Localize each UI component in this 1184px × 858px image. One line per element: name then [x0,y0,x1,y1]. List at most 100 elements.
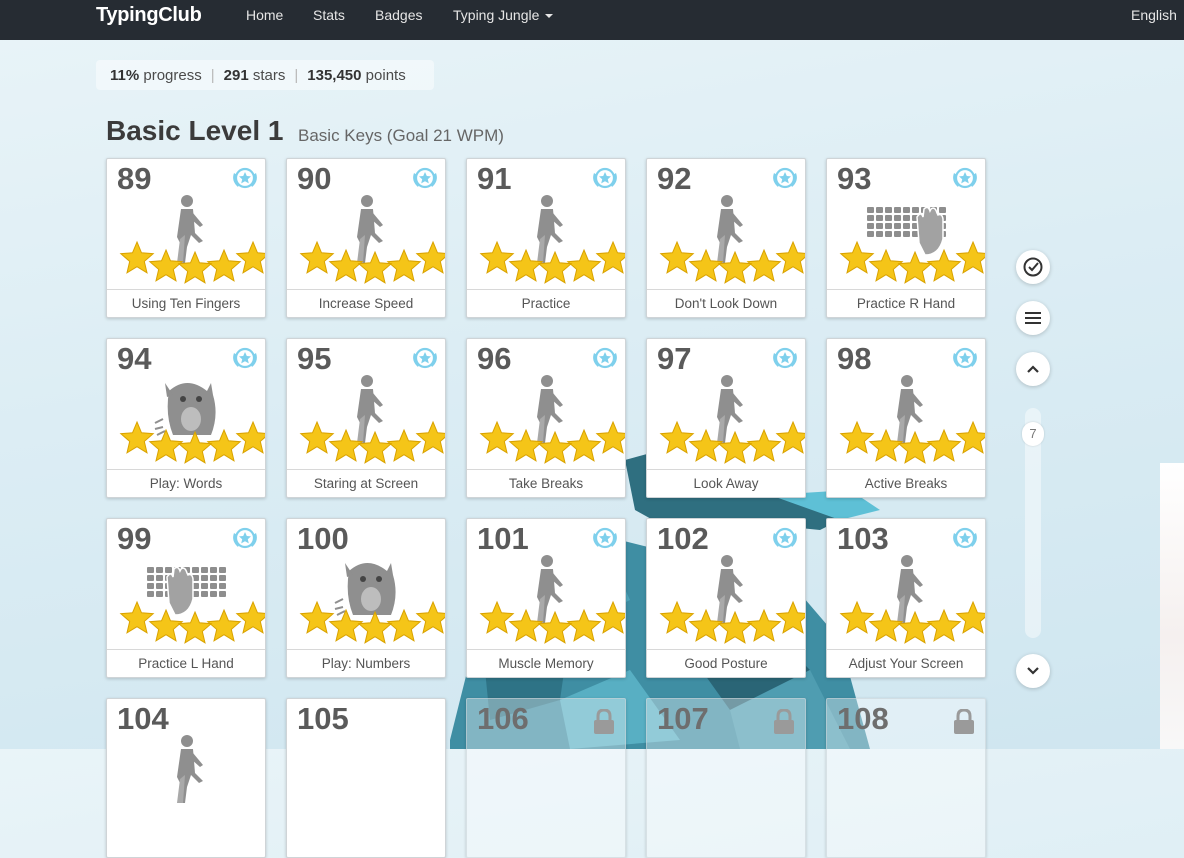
page-indicator[interactable]: 7 [1022,422,1044,446]
star-icon [357,610,393,644]
star-icon [659,420,695,454]
lesson-label: Practice [467,289,625,317]
lesson-number: 96 [477,341,512,376]
lesson-card[interactable]: 91 Practice [466,158,626,318]
lesson-card[interactable]: 97 Look Away [646,338,806,498]
lock-icon [774,709,794,734]
lesson-card[interactable]: 102 Good Posture [646,518,806,678]
lesson-card[interactable]: 93 Practice R Hand [826,158,986,318]
star-icon [746,608,782,642]
walking-person-icon [897,375,923,443]
star-icon [177,430,213,464]
side-advertisement[interactable] [1160,463,1184,749]
points-count: 135,450 [307,66,362,84]
nav-stats[interactable]: Stats [313,7,345,23]
star-icon [508,248,544,282]
star-icon [299,240,335,274]
walking-person-icon [897,555,923,623]
walking-person-icon [177,195,203,263]
lesson-card[interactable]: 92 Don't Look Down [646,158,806,318]
stars-label: stars [252,66,286,84]
star-icon [119,420,155,454]
menu-icon [1025,312,1041,324]
progress-percent-label: progress [143,66,202,84]
star-icon [839,240,875,274]
star-icon [688,248,724,282]
lesson-card[interactable]: 105 [286,698,446,858]
nav-typing-jungle[interactable]: Typing Jungle [453,7,554,23]
award-badge-icon [953,527,977,549]
lesson-card[interactable]: 98 Active Breaks [826,338,986,498]
award-badge-icon [953,347,977,369]
scroll-down-button[interactable] [1016,654,1050,688]
stars-count: 291 [223,66,249,84]
scroll-up-button[interactable] [1016,352,1050,386]
walking-person-icon [357,195,383,263]
lesson-card[interactable]: 101 Muscle Memory [466,518,626,678]
star-icon [775,600,805,634]
star-icon [566,608,602,642]
star-icon [206,428,242,462]
lesson-card[interactable]: 100 Play: Numbers [286,518,446,678]
star-icon [415,240,445,274]
walking-person-icon [537,375,563,443]
star-icon [955,600,985,634]
lesson-card[interactable]: 103 Adjust Your Screen [826,518,986,678]
lesson-card[interactable]: 95 Staring at Screen [286,338,446,498]
lesson-label: Practice L Hand [107,649,265,677]
check-circle-icon [1023,257,1043,277]
star-icon [688,608,724,642]
check-circle-button[interactable] [1016,250,1050,284]
lesson-number: 103 [837,521,889,556]
star-icon [328,248,364,282]
level-subtitle: Basic Keys (Goal 21 WPM) [298,126,504,145]
star-icon [119,240,155,274]
lesson-label: Using Ten Fingers [107,289,265,317]
lesson-label: Don't Look Down [647,289,805,317]
lesson-number: 99 [117,521,152,556]
nav-home[interactable]: Home [246,7,283,23]
progress-percent: 11% [110,66,140,84]
star-icon [868,248,904,282]
menu-button[interactable] [1016,301,1050,335]
lesson-label: Play: Words [107,469,265,497]
award-badge-icon [593,527,617,549]
star-icon [595,420,625,454]
lesson-card[interactable]: 108 [826,698,986,858]
lesson-card[interactable]: 96 Take Breaks [466,338,626,498]
nav-badges[interactable]: Badges [375,7,422,23]
lesson-card[interactable]: 90 Increase Speed [286,158,446,318]
monster-game-icon [334,563,396,616]
lesson-card[interactable]: 107 [646,698,806,858]
lesson-number: 100 [297,521,349,556]
lesson-label: Practice R Hand [827,289,985,317]
lesson-card[interactable]: 89 Using Ten Fingers [106,158,266,318]
star-icon [479,600,515,634]
star-icon [955,420,985,454]
walking-person-icon [717,375,743,443]
award-badge-icon [773,347,797,369]
lesson-label: Adjust Your Screen [827,649,985,677]
lesson-label: Staring at Screen [287,469,445,497]
award-badge-icon [953,167,977,189]
award-badge-icon [593,347,617,369]
lesson-label: Take Breaks [467,469,625,497]
lock-icon [594,709,614,734]
level-title: Basic Level 1 [106,115,284,146]
lesson-card[interactable]: 104 [106,698,266,858]
walking-person-icon [717,195,743,263]
lesson-number: 92 [657,161,692,196]
brand-logo[interactable]: TypingClub [96,4,202,27]
lesson-card[interactable]: 94 Play: Words [106,338,266,498]
top-navbar: TypingClub Home Stats Badges Typing Jung… [0,0,1184,40]
star-icon [775,240,805,274]
lesson-number: 108 [837,701,889,736]
star-icon [839,600,875,634]
nav-language[interactable]: English [1131,7,1177,23]
lesson-number: 97 [657,341,692,376]
keyboard-hand-icon [867,206,946,256]
star-icon [299,600,335,634]
walking-person-icon [537,555,563,623]
lesson-card[interactable]: 106 [466,698,626,858]
lesson-card[interactable]: 99 Practice L Hand [106,518,266,678]
